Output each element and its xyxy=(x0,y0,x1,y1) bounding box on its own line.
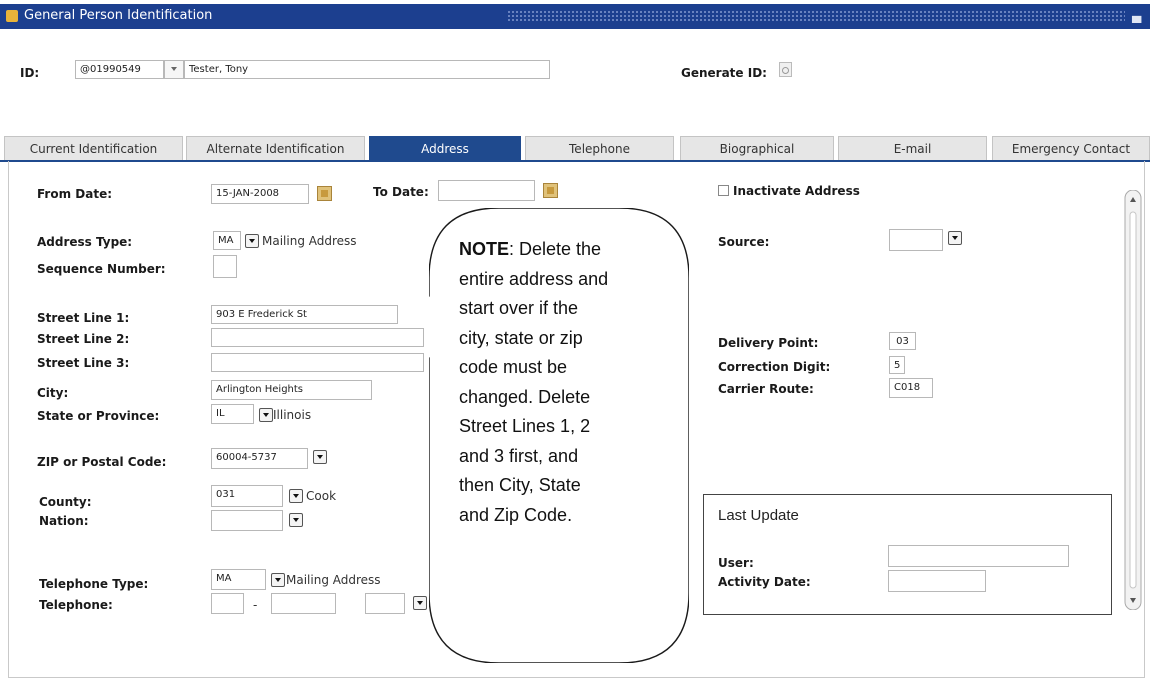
telephone-type-dropdown-button[interactable] xyxy=(271,573,285,587)
nation-dropdown-button[interactable] xyxy=(289,513,303,527)
telephone-extension-field[interactable] xyxy=(365,593,405,614)
user-label: User: xyxy=(718,556,754,570)
note-line-3: start over if the xyxy=(459,298,579,318)
street-line-3-label: Street Line 3: xyxy=(37,356,130,370)
delivery-point-label: Delivery Point: xyxy=(718,336,819,350)
id-search-button[interactable] xyxy=(164,60,184,79)
scroll-thumb xyxy=(1129,211,1137,589)
state-dropdown-button[interactable] xyxy=(259,408,273,422)
zip-label: ZIP or Postal Code: xyxy=(37,455,167,469)
app-icon xyxy=(6,10,18,22)
note-line-5: code must be xyxy=(459,357,568,377)
zip-field[interactable]: 60004-5737 xyxy=(211,448,308,469)
street-line-2-field[interactable] xyxy=(211,328,424,347)
address-type-description: Mailing Address xyxy=(262,234,357,248)
note-line-6: changed. Delete xyxy=(459,386,591,407)
telephone-number-field[interactable] xyxy=(271,593,336,614)
note-line-7: Street Lines 1, 2 xyxy=(459,416,591,436)
carrier-route-field[interactable]: C018 xyxy=(889,378,933,398)
to-date-field[interactable] xyxy=(438,180,535,201)
calendar-icon[interactable] xyxy=(317,186,332,201)
street-line-2-label: Street Line 2: xyxy=(37,332,130,346)
note-line-1: : Delete the xyxy=(509,239,602,259)
tab-email[interactable]: E-mail xyxy=(838,136,987,161)
note-bold-label: NOTE xyxy=(459,239,510,259)
generate-id-icon[interactable] xyxy=(779,62,792,77)
telephone-type-description: Mailing Address xyxy=(286,573,381,587)
note-line-10: and Zip Code. xyxy=(459,504,573,525)
telephone-area-field[interactable] xyxy=(211,593,244,614)
id-label: ID: xyxy=(20,66,40,80)
calendar-icon[interactable] xyxy=(543,183,558,198)
last-update-title: Last Update xyxy=(718,507,799,524)
title-bar-pattern xyxy=(507,10,1125,23)
address-type-dropdown-button[interactable] xyxy=(245,234,259,248)
generate-id-label: Generate ID: xyxy=(681,66,767,80)
tab-address[interactable]: Address xyxy=(369,136,521,161)
state-description: Illinois xyxy=(273,408,312,422)
from-date-field[interactable]: 15-JAN-2008 xyxy=(211,184,309,204)
from-date-label: From Date: xyxy=(37,187,113,201)
vertical-scrollbar[interactable] xyxy=(1124,190,1142,610)
address-type-field[interactable]: MA xyxy=(213,231,241,250)
county-field[interactable]: 031 xyxy=(211,485,283,507)
tab-emergency-contact[interactable]: Emergency Contact xyxy=(992,136,1150,161)
telephone-separator: - xyxy=(253,598,258,612)
source-dropdown-button[interactable] xyxy=(948,231,962,245)
tab-biographical[interactable]: Biographical xyxy=(680,136,834,161)
inactivate-address-label: Inactivate Address xyxy=(733,184,860,198)
note-line-2: entire address and xyxy=(459,268,609,289)
note-text: NOTE: Delete the entire address and star… xyxy=(459,235,679,530)
id-field[interactable]: @01990549 xyxy=(75,60,164,79)
activity-date-field[interactable] xyxy=(888,570,986,592)
zip-dropdown-button[interactable] xyxy=(313,450,327,464)
address-type-label: Address Type: xyxy=(37,235,133,249)
city-field[interactable]: Arlington Heights xyxy=(211,380,372,400)
correction-digit-label: Correction Digit: xyxy=(718,360,831,374)
telephone-label: Telephone: xyxy=(39,598,113,612)
telephone-dropdown-button[interactable] xyxy=(413,596,427,610)
sequence-number-label: Sequence Number: xyxy=(37,262,166,276)
tab-telephone[interactable]: Telephone xyxy=(525,136,674,161)
state-field[interactable]: IL xyxy=(211,404,254,424)
note-line-4: city, state or zip xyxy=(459,327,583,348)
nation-label: Nation: xyxy=(39,514,89,528)
dropdown-arrow-icon xyxy=(171,67,177,71)
minimize-icon[interactable]: ▄ xyxy=(1132,9,1141,23)
city-label: City: xyxy=(37,386,69,400)
sequence-number-field[interactable] xyxy=(213,255,237,278)
activity-date-label: Activity Date: xyxy=(718,575,811,589)
inactivate-address-checkbox[interactable] xyxy=(718,185,729,196)
delivery-point-field[interactable]: 03 xyxy=(889,332,916,350)
note-line-9: then City, State xyxy=(459,475,581,495)
nation-field[interactable] xyxy=(211,510,283,531)
name-field[interactable]: Tester, Tony xyxy=(184,60,550,79)
telephone-type-field[interactable]: MA xyxy=(211,569,266,590)
source-field[interactable] xyxy=(889,229,943,251)
carrier-route-label: Carrier Route: xyxy=(718,382,814,396)
note-line-8: and 3 first, and xyxy=(459,445,579,466)
telephone-type-label: Telephone Type: xyxy=(39,577,149,591)
title-bar: General Person Identification ▄ xyxy=(0,4,1150,29)
street-line-1-label: Street Line 1: xyxy=(37,311,130,325)
tab-alternate-identification[interactable]: Alternate Identification xyxy=(186,136,365,161)
county-description: Cook xyxy=(306,489,337,503)
street-line-1-field[interactable]: 903 E Frederick St xyxy=(211,305,398,324)
source-label: Source: xyxy=(718,235,770,249)
county-label: County: xyxy=(39,495,92,509)
street-line-3-field[interactable] xyxy=(211,353,424,372)
county-dropdown-button[interactable] xyxy=(289,489,303,503)
tab-current-identification[interactable]: Current Identification xyxy=(4,136,183,161)
correction-digit-field[interactable]: 5 xyxy=(889,356,905,374)
user-field[interactable] xyxy=(888,545,1069,567)
state-label: State or Province: xyxy=(37,409,160,423)
window-title: General Person Identification xyxy=(24,8,213,23)
to-date-label: To Date: xyxy=(373,185,429,199)
